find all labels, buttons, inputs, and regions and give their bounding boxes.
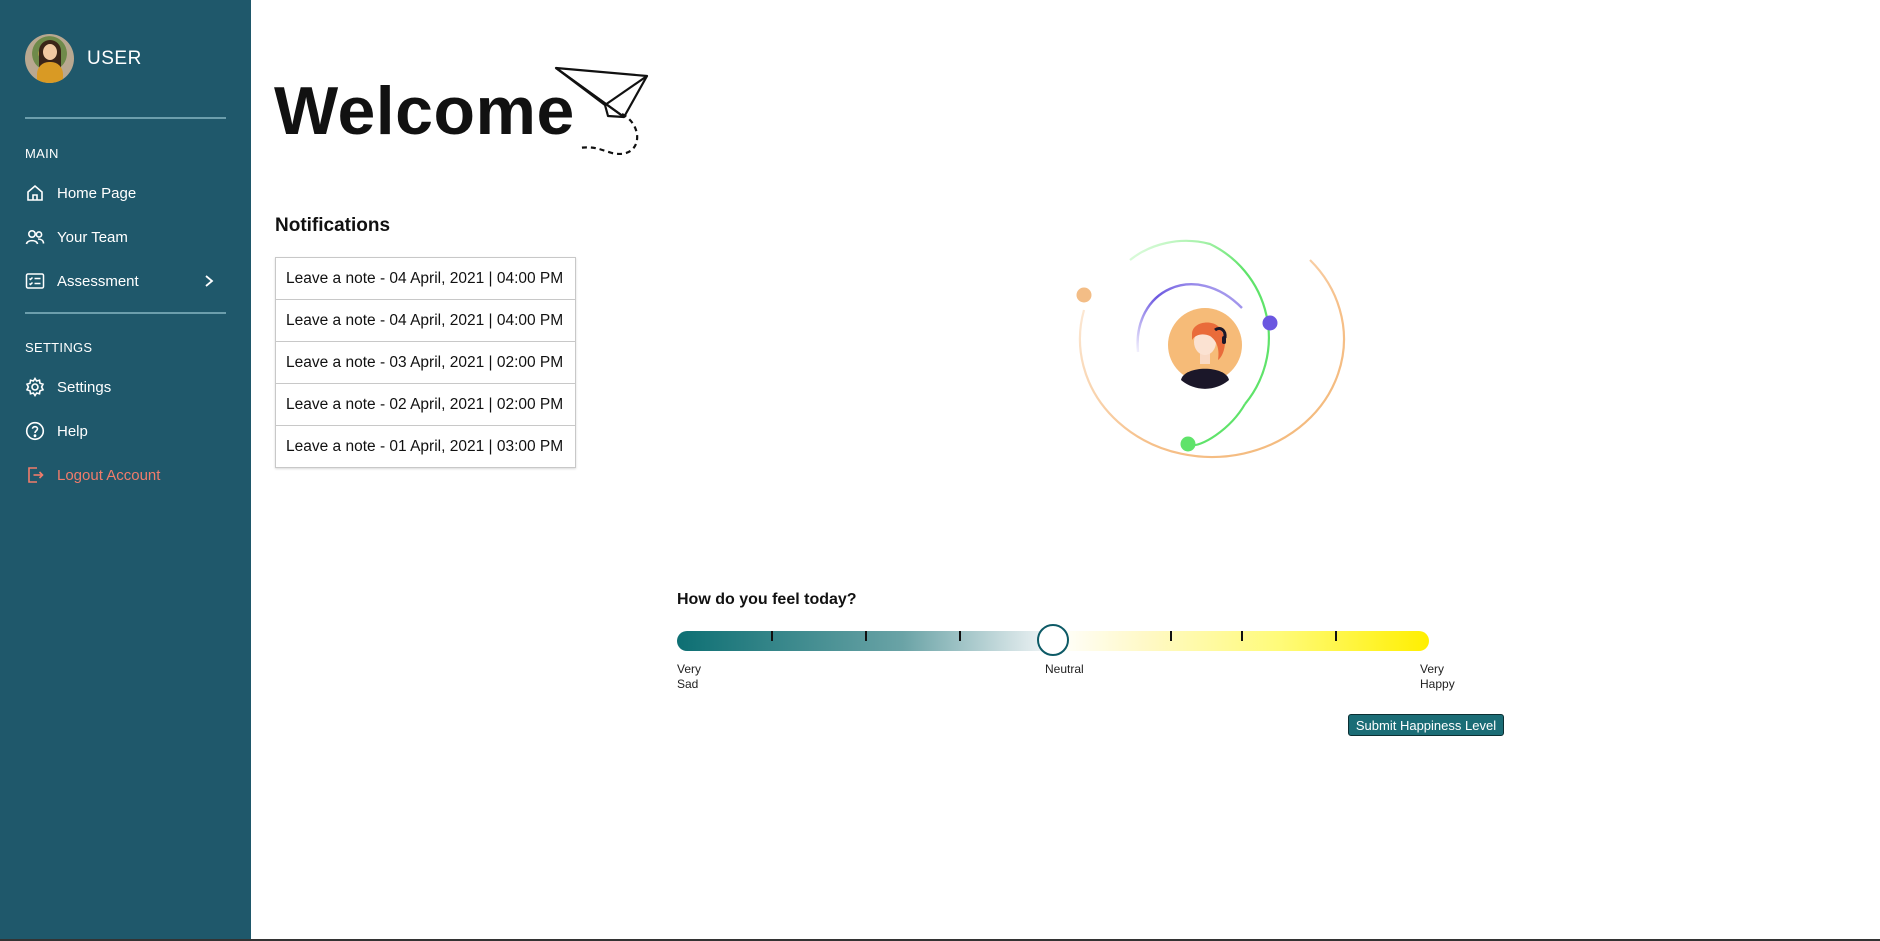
- slider-tick: [1335, 631, 1337, 641]
- scale-label-line: Happy: [1420, 677, 1455, 691]
- scale-label-line: Very: [677, 662, 702, 676]
- sidebar-item-label: Logout Account: [57, 466, 161, 484]
- notification-item[interactable]: Leave a note - 04 April, 2021 | 04:00 PM: [276, 300, 575, 342]
- mood-question: How do you feel today?: [677, 591, 857, 608]
- notification-item[interactable]: Leave a note - 04 April, 2021 | 04:00 PM: [276, 258, 575, 300]
- notification-item[interactable]: Leave a note - 02 April, 2021 | 02:00 PM: [276, 384, 575, 426]
- happiness-slider[interactable]: [677, 624, 1429, 656]
- slider-tick: [865, 631, 867, 641]
- logout-icon: [25, 465, 45, 485]
- chevron-right-icon[interactable]: [203, 274, 215, 288]
- section-label-settings: SETTINGS: [25, 340, 93, 355]
- sidebar-item-label: Help: [57, 422, 88, 440]
- scale-label-very-sad: Very Sad: [677, 662, 701, 692]
- orbit-dot-green: [1180, 436, 1196, 452]
- scale-label-line: Sad: [677, 677, 699, 691]
- notification-item[interactable]: Leave a note - 01 April, 2021 | 03:00 PM: [276, 426, 575, 467]
- slider-tick: [959, 631, 961, 641]
- slider-tick: [1241, 631, 1243, 641]
- scale-label-neutral: Neutral: [1045, 662, 1084, 676]
- orbit-dot-purple: [1262, 315, 1278, 331]
- gear-icon: [25, 377, 45, 397]
- paper-plane-icon: [554, 66, 649, 156]
- notifications-title: Notifications: [275, 215, 391, 236]
- notifications-list: Leave a note - 04 April, 2021 | 04:00 PM…: [275, 257, 576, 468]
- page-title: Welcome: [274, 73, 575, 149]
- user-name: USER: [87, 47, 142, 69]
- slider-tick: [771, 631, 773, 641]
- sidebar-item-team[interactable]: Your Team: [25, 224, 215, 250]
- notification-item[interactable]: Leave a note - 03 April, 2021 | 02:00 PM: [276, 342, 575, 384]
- help-icon: [25, 421, 45, 441]
- user-profile[interactable]: USER: [25, 34, 142, 83]
- sidebar: USER MAIN Home Page Your Team Assessment: [0, 0, 251, 941]
- sidebar-divider: [25, 117, 226, 119]
- sidebar-divider: [25, 312, 226, 314]
- slider-tick: [1170, 631, 1172, 641]
- sidebar-item-logout[interactable]: Logout Account: [25, 462, 215, 488]
- app: USER MAIN Home Page Your Team Assessment: [0, 0, 1880, 941]
- submit-happiness-button[interactable]: Submit Happiness Level: [1348, 714, 1504, 736]
- orbit-illustration: [1076, 239, 1346, 459]
- scale-label-line: Very: [1420, 662, 1445, 676]
- sidebar-item-settings[interactable]: Settings: [25, 374, 215, 400]
- sidebar-item-assessment[interactable]: Assessment: [25, 268, 215, 294]
- slider-thumb[interactable]: [1037, 624, 1069, 656]
- sidebar-item-home[interactable]: Home Page: [25, 180, 215, 206]
- sidebar-item-label: Assessment: [57, 272, 139, 290]
- assessment-icon: [25, 271, 45, 291]
- orbit-dot-orange: [1076, 287, 1092, 303]
- home-icon: [25, 183, 45, 203]
- scale-label-very-happy: Very Happy: [1420, 662, 1455, 692]
- sidebar-item-label: Home Page: [57, 184, 137, 202]
- avatar: [25, 34, 74, 83]
- sidebar-item-label: Settings: [57, 378, 112, 396]
- team-icon: [25, 227, 45, 247]
- section-label-main: MAIN: [25, 146, 59, 161]
- sidebar-item-help[interactable]: Help: [25, 418, 215, 444]
- sidebar-item-label: Your Team: [57, 228, 128, 246]
